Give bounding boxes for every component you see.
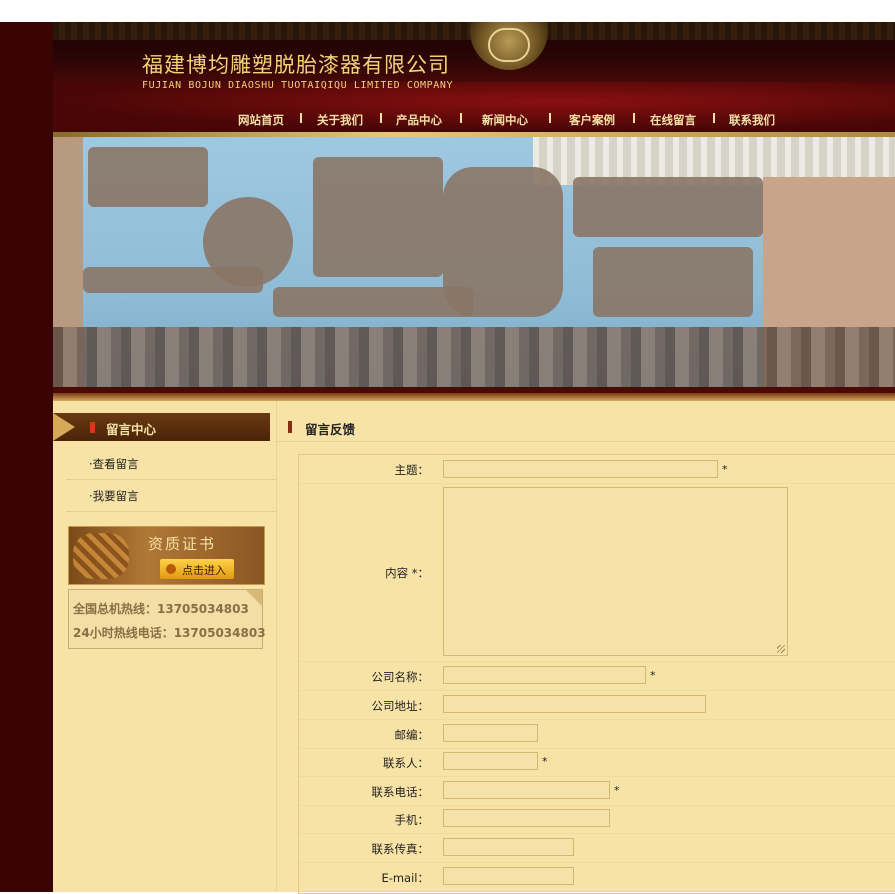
- nav-guestbook[interactable]: 在线留言: [650, 112, 696, 128]
- relief-shape: [313, 157, 443, 277]
- form-row-contact: 联系人： *: [299, 748, 895, 777]
- zip-label: 邮编：: [394, 728, 430, 742]
- sidebar-link-view-messages[interactable]: ·查看留言: [89, 456, 139, 472]
- address-input[interactable]: [443, 695, 706, 713]
- form-row-email: E-mail：: [299, 862, 895, 892]
- site-header: 福建博均雕塑脱胎漆器有限公司 FUJIAN BOJUN DIAOSHU TUOT…: [53, 22, 895, 137]
- nav-contact[interactable]: 联系我们: [729, 112, 775, 128]
- bullet-icon: [90, 422, 95, 433]
- contact-input[interactable]: [443, 752, 538, 770]
- relief-shape: [573, 177, 763, 237]
- relief-shape: [88, 147, 208, 207]
- certificate-button-label: 点击进入: [182, 564, 226, 577]
- phone-label: 联系电话：: [371, 785, 430, 799]
- certificate-enter-button[interactable]: 点击进入: [160, 559, 234, 579]
- feedback-form: 主题： * 内容 *： 公司名称： * 公司地址： 邮编： 联系人： * 联系电…: [298, 454, 895, 894]
- required-mark: *: [650, 669, 656, 682]
- page-title: 留言反馈: [305, 422, 356, 437]
- main-navigation: 网站首页 关于我们 产品中心 新闻中心 客户案例 在线留言 联系我们: [53, 110, 895, 132]
- fax-label: 联系传真：: [371, 842, 430, 856]
- hotline-national: 全国总机热线：13705034803: [73, 602, 249, 616]
- required-mark: *: [614, 784, 620, 797]
- required-mark: *: [542, 755, 548, 768]
- mobile-label: 手机：: [394, 813, 430, 827]
- main-title-bar: 留言反馈: [277, 413, 895, 442]
- required-mark: *: [722, 463, 728, 476]
- certificate-panel[interactable]: 资质证书 点击进入: [68, 526, 265, 585]
- nav-home[interactable]: 网站首页: [238, 112, 284, 128]
- company-name-english: FUJIAN BOJUN DIAOSHU TUOTAIQIQU LIMITED …: [142, 80, 454, 91]
- left-border-strip: [0, 22, 53, 892]
- nav-separator: [549, 113, 551, 123]
- contact-label: 联系人：: [383, 756, 429, 770]
- form-row-subject: 主题： *: [299, 455, 895, 484]
- nav-news[interactable]: 新闻中心: [482, 112, 528, 128]
- resize-grip-icon[interactable]: [777, 645, 785, 653]
- company-name-chinese: 福建博均雕塑脱胎漆器有限公司: [142, 53, 450, 77]
- nav-separator: [460, 113, 462, 123]
- relief-shape: [593, 247, 753, 317]
- fax-input[interactable]: [443, 838, 574, 856]
- form-row-zip: 邮编：: [299, 719, 895, 749]
- form-row-mobile: 手机：: [299, 805, 895, 834]
- form-row-phone: 联系电话： *: [299, 776, 895, 806]
- nav-separator: [380, 113, 382, 123]
- form-row-address: 公司地址：: [299, 690, 895, 720]
- relief-shape: [273, 287, 473, 317]
- nav-separator: [633, 113, 635, 123]
- sidebar: 留言中心 ·查看留言 ·我要留言 资质证书 点击进入 全国总机热线：137050…: [53, 401, 277, 892]
- address-label: 公司地址：: [371, 699, 430, 713]
- banner-relief-image: [53, 137, 895, 393]
- content-label: 内容 *：: [385, 566, 429, 580]
- banner-lower-relief: [53, 327, 895, 393]
- sidebar-title-bar: 留言中心: [53, 413, 270, 441]
- zip-input[interactable]: [443, 724, 538, 742]
- nav-separator: [713, 113, 715, 123]
- arrow-right-icon: [53, 413, 75, 441]
- sidebar-divider: [66, 511, 276, 512]
- nav-cases[interactable]: 客户案例: [569, 112, 615, 128]
- emblem-heart-icon: [488, 28, 530, 62]
- company-label: 公司名称：: [371, 670, 430, 684]
- subject-input[interactable]: [443, 460, 718, 478]
- ornament-swirl-icon: [73, 533, 129, 579]
- email-label: E-mail：: [381, 871, 429, 885]
- nav-separator: [300, 113, 302, 123]
- sidebar-divider: [66, 479, 276, 480]
- subject-label: 主题：: [394, 463, 430, 477]
- nav-products[interactable]: 产品中心: [396, 112, 442, 128]
- nav-about[interactable]: 关于我们: [317, 112, 363, 128]
- sidebar-title: 留言中心: [106, 422, 157, 437]
- hotline-panel: 全国总机热线：13705034803 24小时热线电话：13705034803: [68, 589, 266, 649]
- play-circle-icon: [166, 564, 176, 574]
- mobile-input[interactable]: [443, 809, 610, 827]
- content-area: 留言中心 ·查看留言 ·我要留言 资质证书 点击进入 全国总机热线：137050…: [53, 393, 895, 894]
- relief-shape: [83, 267, 263, 293]
- form-row-company: 公司名称： *: [299, 661, 895, 691]
- content-top-line: [53, 393, 895, 401]
- main-panel: 留言反馈 主题： * 内容 *： 公司名称： * 公司地址： 邮编： 联系人： …: [277, 401, 895, 894]
- form-row-fax: 联系传真：: [299, 833, 895, 863]
- certificate-title: 资质证书: [148, 535, 217, 553]
- phone-input[interactable]: [443, 781, 610, 799]
- hotline-24h: 24小时热线电话：13705034803: [73, 626, 266, 640]
- bullet-icon: [288, 421, 292, 433]
- sidebar-link-leave-message[interactable]: ·我要留言: [89, 488, 139, 504]
- company-input[interactable]: [443, 666, 646, 684]
- email-input[interactable]: [443, 867, 574, 885]
- content-textarea[interactable]: [443, 487, 788, 656]
